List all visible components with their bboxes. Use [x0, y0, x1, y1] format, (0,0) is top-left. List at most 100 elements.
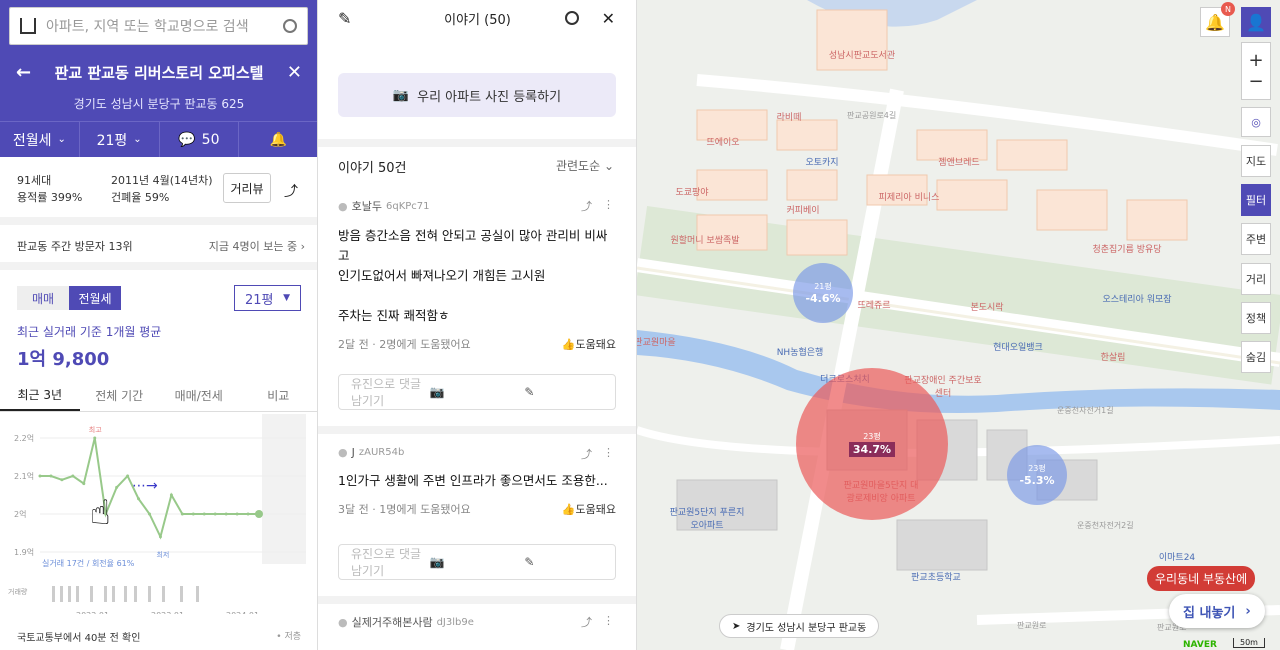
close-icon[interactable]: ✕ [287, 62, 302, 83]
period-tab[interactable]: 전체 기간 [80, 380, 160, 411]
bell-button[interactable]: 🔔 [239, 122, 317, 157]
more-icon[interactable]: ⋮ [603, 446, 614, 459]
tab-rent[interactable]: 전월세 [69, 286, 121, 310]
divider [318, 139, 636, 147]
helpful-button[interactable]: 👍도움돼요 [562, 501, 616, 517]
map-place-label[interactable]: 청춘집기름 방유당 [1092, 242, 1161, 255]
map-place-label[interactable]: 커피베이 [786, 203, 819, 216]
map-place-label[interactable]: 본도시락 [970, 300, 1003, 313]
comments-button[interactable]: 💬 50 [160, 122, 240, 157]
price-bubble[interactable]: 21평 -4.6% [793, 263, 853, 323]
map-place-label[interactable]: 뜨에이오 [706, 135, 739, 148]
search-icon[interactable] [565, 11, 579, 25]
search-input[interactable]: 아파트, 지역 또는 학교명으로 검색 [9, 7, 308, 45]
map-place-label[interactable]: NH농협은행 [777, 345, 824, 358]
user-icon: ● [338, 199, 348, 213]
naver-logo: NAVER [1183, 640, 1217, 650]
sort-select[interactable]: 관련도순 ⌄ [556, 157, 614, 174]
map-place-label[interactable]: 현대오일뱅크 [993, 340, 1043, 353]
street-view-button[interactable]: 거리뷰 [223, 173, 271, 203]
zoom-control[interactable]: + − [1241, 42, 1271, 100]
size-select[interactable]: 21평 ⌄ [80, 122, 160, 157]
map-control-1[interactable]: 필터 [1241, 184, 1271, 216]
divider [318, 426, 636, 434]
period-tab[interactable]: 비교 [239, 380, 318, 411]
target-icon: ◎ [1251, 115, 1261, 129]
map-control-2[interactable]: 주변 [1241, 223, 1271, 255]
post-meta: 3달 전 · 1명에게 도움됐어요 [338, 503, 471, 516]
chat-icon: 💬 [178, 131, 196, 148]
volume-bar [124, 586, 127, 602]
list-property-button[interactable]: 집 내놓기 › [1169, 594, 1265, 628]
post-author: ● 실제거주해본사람 dJ3lb9e [338, 615, 474, 630]
road-label: 운중천자전거1길 [1057, 406, 1114, 415]
map-control-3[interactable]: 거리 [1241, 263, 1271, 295]
price-bubble[interactable]: 23평 34.7% [796, 368, 948, 520]
photo-upload-button[interactable]: 📷 우리 아파트 사진 등록하기 [338, 73, 616, 117]
map-place-label[interactable]: 원할머니 보쌈족발 [670, 233, 739, 246]
more-icon[interactable]: ⋮ [603, 614, 614, 627]
data-point [213, 512, 217, 516]
y-tick-label: 2.1억 [14, 471, 34, 481]
y-tick-label: 1.9억 [14, 547, 34, 557]
volume-bar [134, 586, 137, 602]
map[interactable]: 성남시판교도서관라비떼뜨에이오오토카지 젬앤브레드도쿄팡야커피베이 피제리아 비니스… [637, 0, 1280, 650]
x-tick-label: 2024.01 [226, 611, 259, 614]
data-point [115, 485, 119, 489]
map-place-label[interactable]: 도쿄팡야 [675, 185, 708, 198]
map-place-label[interactable]: 한살림 [1101, 350, 1126, 363]
locate-button[interactable]: ◎ [1241, 107, 1271, 137]
volume-bar [104, 586, 107, 602]
search-icon[interactable] [283, 19, 297, 33]
map-place-label[interactable]: 판교초등학교 [911, 570, 961, 583]
location-pill[interactable]: ➤ 경기도 성남시 분당구 판교동 [719, 614, 880, 638]
post-body: 1인가구 생활에 주변 인프라가 좋으면서도 조용한... [338, 473, 608, 488]
volume-bar [90, 586, 93, 602]
period-tab[interactable]: 최근 3년 [0, 380, 80, 411]
period-tab[interactable]: 매매/전세 [159, 380, 239, 411]
comment-input[interactable]: 유진으로 댓글 남기기 📷 ✎ [338, 544, 616, 580]
bell-button[interactable]: 🔔 N [1200, 2, 1235, 37]
map-place-label[interactable]: 오스테리아 워모잠 [1102, 292, 1171, 305]
share-icon[interactable]: ⤴ [581, 446, 592, 462]
map-place-label[interactable]: 피제리아 비니스 [879, 190, 940, 203]
address: 경기도 성남시 분당구 판교동 625 [73, 97, 245, 111]
map-place-label[interactable]: 성남시판교도서관 [829, 48, 895, 61]
map-control-5[interactable]: 숨김 [1241, 341, 1271, 373]
share-icon[interactable]: ⤴ [581, 614, 592, 630]
map-place-label[interactable]: 판교원마을 [637, 335, 676, 348]
visitor-now[interactable]: 지금 4명이 보는 중 › [209, 238, 305, 254]
share-icon[interactable]: ⤴ [581, 198, 592, 214]
deal-type-select[interactable]: 전월세 ⌄ [0, 122, 80, 157]
more-icon[interactable]: ⋮ [603, 198, 614, 211]
map-place-label[interactable]: 라비떼 [777, 110, 802, 123]
data-point [255, 510, 263, 518]
story-post[interactable]: ● JzAUR54b ⤴ ⋮ 1인가구 생활에 주변 인프라가 좋으면서도 조용한...… [338, 446, 616, 517]
back-icon[interactable]: ← [16, 62, 31, 83]
zoom-out-icon: − [1248, 71, 1264, 92]
tab-sale[interactable]: 매매 [17, 286, 69, 310]
map-control-0[interactable]: 지도 [1241, 145, 1271, 177]
price-bubble[interactable]: 23평 -5.3% [1007, 445, 1067, 505]
map-place-label[interactable]: 뜨레쥬르 [857, 298, 890, 311]
share-icon[interactable]: ⤴ [284, 181, 298, 201]
size-dropdown[interactable]: 21평 ▼ [234, 285, 301, 311]
map-place-label[interactable]: 판교원5단지 푸른지오아파트 [667, 505, 747, 531]
page-title: 판교 판교동 리버스토리 오피스텔 [54, 63, 264, 82]
chevron-down-icon: ⌄ [133, 134, 142, 145]
data-point [71, 474, 75, 478]
story-post[interactable]: ● 실제거주해본사람 dJ3lb9e ⤴ ⋮ [338, 614, 616, 630]
user-button[interactable]: 👤 [1241, 7, 1271, 37]
chevron-right-icon: › [1245, 603, 1251, 619]
map-control-4[interactable]: 정책 [1241, 302, 1271, 334]
price-chart[interactable]: 2.2억 2.1억 2억 1.9억 최고최저실거래 17건 / 회전율 61% 거래량 20… [0, 414, 318, 614]
story-post[interactable]: ● 호날두 6qKPc71 ⤴ ⋮ 방음 층간소음 전혀 안되고 공실이 많아 관리비 비… [338, 198, 616, 352]
close-icon[interactable]: ✕ [602, 9, 615, 28]
map-place-label[interactable]: 젬앤브레드 [938, 155, 979, 168]
comment-input[interactable]: 유진으로 댓글 남기기 📷 ✎ [338, 374, 616, 410]
pencil-icon[interactable]: ✎ [338, 9, 351, 28]
road-label: 판교원로 [1017, 621, 1047, 630]
map-place-label[interactable]: 오토카지 [805, 155, 838, 168]
map-place-label[interactable]: 이마트24 [1159, 550, 1195, 563]
helpful-button[interactable]: 👍도움돼요 [562, 336, 616, 352]
